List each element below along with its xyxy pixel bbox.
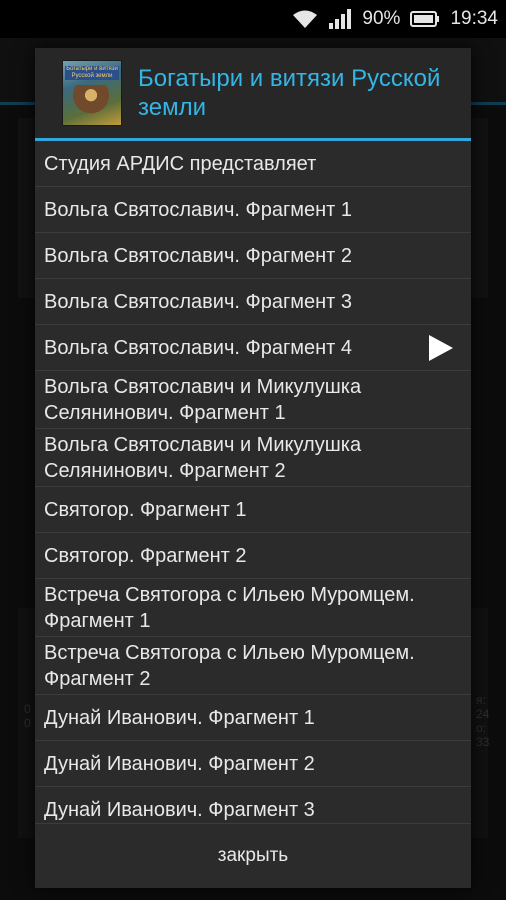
clock: 19:34 — [450, 8, 498, 29]
track-label: Встреча Святогора с Ильею Муромцем. Фраг… — [44, 583, 415, 632]
track-item[interactable]: Вольга Святославич и Микулушка Селянинов… — [35, 429, 471, 487]
playlist-dialog: Богатыри и витязи Русской земли Богатыри… — [35, 48, 471, 888]
play-icon[interactable] — [429, 334, 453, 361]
track-item[interactable]: Святогор. Фрагмент 1 — [35, 487, 471, 533]
track-label: Вольга Святославич и Микулушка Селянинов… — [44, 375, 362, 424]
track-item[interactable]: Вольга Святославич. Фрагмент 1 — [35, 187, 471, 233]
track-label: Вольга Святославич. Фрагмент 2 — [44, 244, 353, 267]
track-label: Святогор. Фрагмент 2 — [44, 544, 247, 567]
track-item[interactable]: Вольга Святославич и Микулушка Селянинов… — [35, 371, 471, 429]
screen: 90% 19:34 я: 24 о: 33 0 0 Богатыри и вит… — [0, 0, 506, 900]
track-label: Вольга Святославич. Фрагмент 3 — [44, 290, 353, 313]
track-list[interactable]: Студия АРДИС представляет Вольга Святосла… — [35, 141, 471, 821]
battery-percent: 90% — [362, 8, 401, 29]
track-label: Вольга Святославич. Фрагмент 1 — [44, 198, 353, 221]
track-item[interactable]: Дунай Иванович. Фрагмент 2 — [35, 741, 471, 787]
dialog-header: Богатыри и витязи Русской земли Богатыри… — [35, 48, 471, 138]
close-button[interactable]: закрыть — [35, 823, 471, 888]
track-label: Дунай Иванович. Фрагмент 2 — [44, 752, 315, 775]
track-item[interactable]: Святогор. Фрагмент 2 — [35, 533, 471, 579]
track-item[interactable]: Дунай Иванович. Фрагмент 1 — [35, 695, 471, 741]
track-label: Вольга Святославич. Фрагмент 4 — [44, 336, 353, 359]
track-item[interactable]: Вольга Святославич. Фрагмент 4 — [35, 325, 471, 371]
track-label: Студия АРДИС представляет — [44, 152, 317, 175]
track-item[interactable]: Встреча Святогора с Ильею Муромцем. Фраг… — [35, 579, 471, 637]
dialog-title: Богатыри и витязи Русской земли — [138, 65, 441, 121]
battery-icon — [410, 10, 440, 28]
track-label: Святогор. Фрагмент 1 — [44, 498, 247, 521]
track-item[interactable]: Дунай Иванович. Фрагмент 3 — [35, 787, 471, 821]
track-label: Дунай Иванович. Фрагмент 1 — [44, 706, 315, 729]
track-label: Дунай Иванович. Фрагмент 3 — [44, 798, 315, 821]
book-cover-image: Богатыри и витязи Русской земли — [62, 60, 122, 126]
status-bar: 90% 19:34 — [0, 0, 506, 38]
track-item[interactable]: Вольга Святославич. Фрагмент 2 — [35, 233, 471, 279]
track-item[interactable]: Вольга Святославич. Фрагмент 3 — [35, 279, 471, 325]
cover-figure — [73, 85, 109, 119]
track-item[interactable]: Студия АРДИС представляет — [35, 141, 471, 187]
track-label: Встреча Святогора с Ильею Муромцем. Фраг… — [44, 641, 415, 690]
signal-icon — [328, 9, 352, 29]
track-item[interactable]: Встреча Святогора с Ильею Муромцем. Фраг… — [35, 637, 471, 695]
track-label: Вольга Святославич и Микулушка Селянинов… — [44, 433, 362, 482]
cover-title-band: Богатыри и витязи Русской земли — [65, 66, 119, 80]
wifi-icon — [292, 9, 318, 29]
